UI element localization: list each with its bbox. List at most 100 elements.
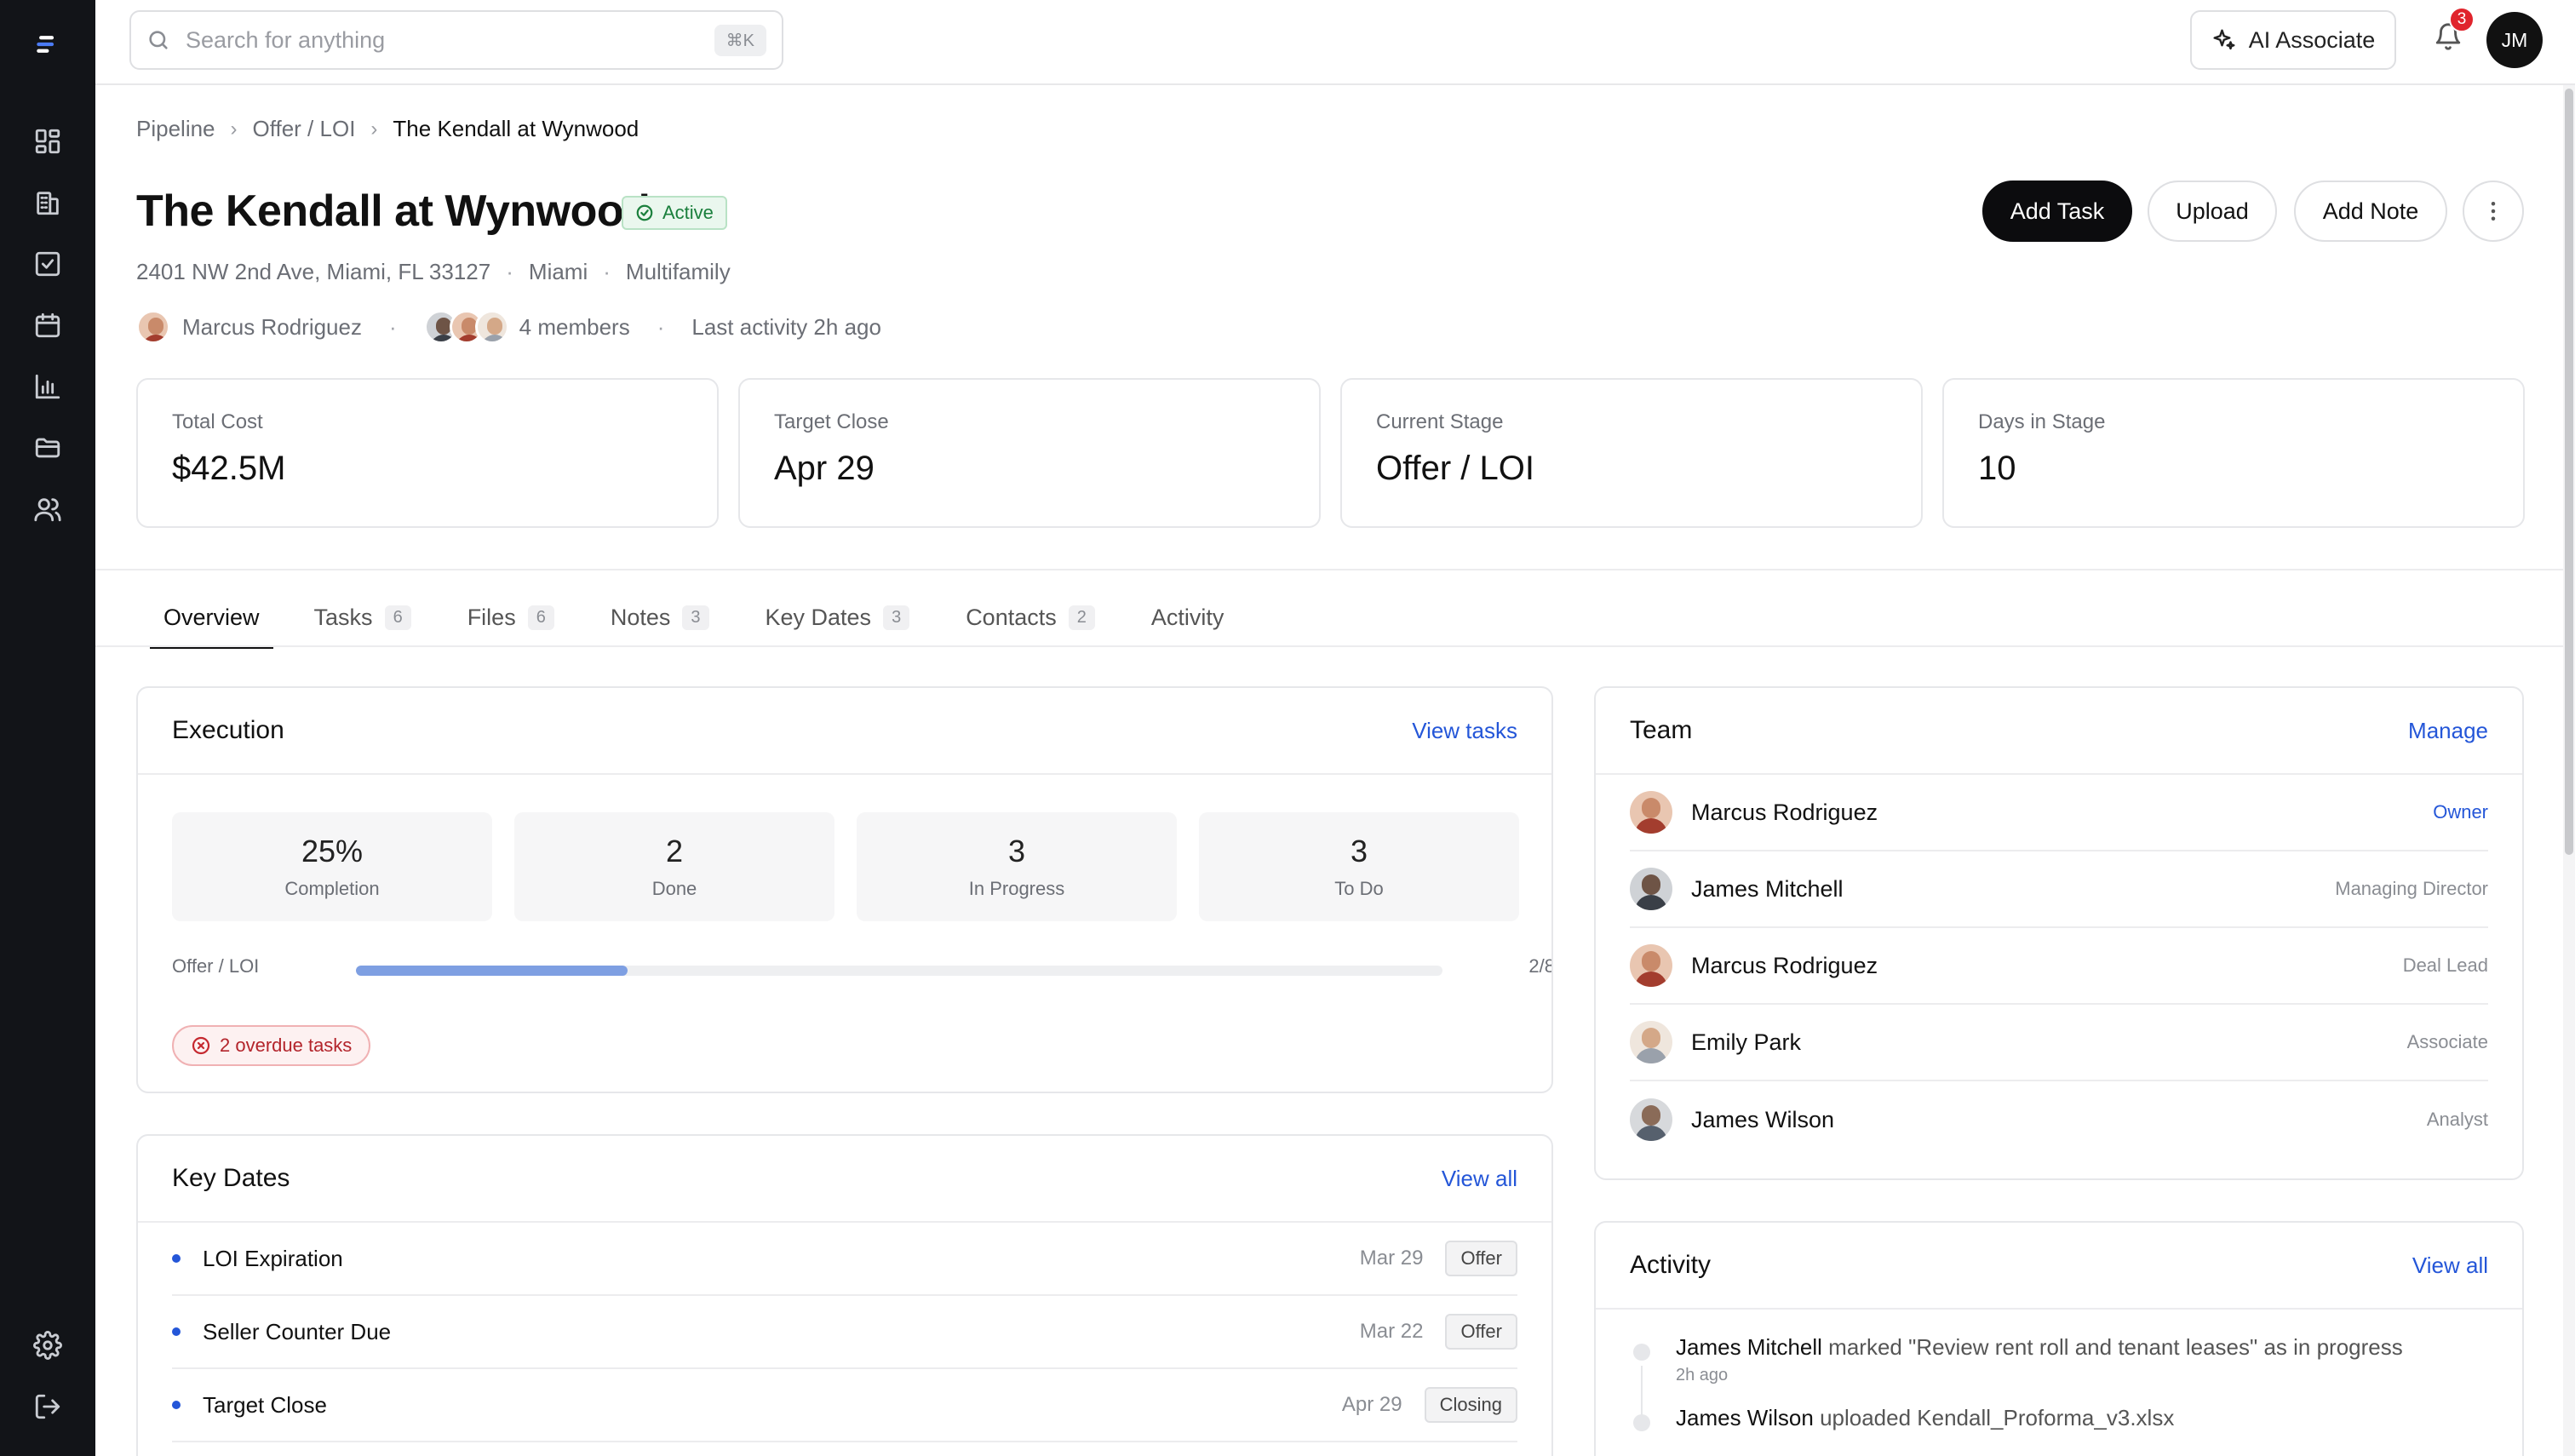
key-date-row[interactable]: LOI Expiration Mar 29 Offer <box>172 1223 1517 1296</box>
tab-label: Key Dates <box>765 604 872 630</box>
tab-count: 6 <box>384 605 411 630</box>
chevron-right-icon: › <box>370 117 378 140</box>
folder-icon[interactable] <box>31 431 65 465</box>
owner-avatar <box>136 310 170 344</box>
calendar-icon[interactable] <box>31 308 65 342</box>
team-member-role: Analyst <box>2426 1109 2488 1130</box>
activity-item: James Mitchell marked "Review rent roll … <box>1630 1332 2488 1420</box>
key-date-date: Apr 29 <box>1341 1393 1402 1416</box>
key-date-name: LOI Expiration <box>203 1245 343 1271</box>
sparkles-icon <box>2213 29 2235 50</box>
activity-actor[interactable]: James Mitchell <box>1676 1334 1822 1360</box>
topbar: Search for anything ⌘K AI Associate <box>95 0 2575 85</box>
key-date-row[interactable]: Seller Counter Due Mar 22 Offer <box>172 1296 1517 1369</box>
team-member-row[interactable]: James Wilson Analyst <box>1630 1081 2488 1158</box>
metric-value: 3 <box>1007 834 1026 868</box>
tab-contacts[interactable]: Contacts 2 <box>952 588 1109 647</box>
tab-notes[interactable]: Notes 3 <box>597 588 723 647</box>
dashboard-icon[interactable] <box>31 124 65 158</box>
metric-label: In Progress <box>968 878 1065 899</box>
reports-icon[interactable] <box>31 370 65 404</box>
avatar <box>1630 868 1672 910</box>
panel-header: Team Manage <box>1596 688 2522 775</box>
breadcrumb-offer-loi[interactable]: Offer / LOI <box>253 116 356 142</box>
avatar <box>1630 1098 1672 1141</box>
settings-icon[interactable] <box>31 1328 65 1362</box>
deal-owner[interactable]: Marcus Rodriguez <box>182 314 362 341</box>
metric-label: To Do <box>1334 878 1384 899</box>
logout-icon[interactable] <box>31 1390 65 1424</box>
deal-market: Miami <box>528 259 588 284</box>
team-member-row[interactable]: Emily Park Associate <box>1630 1005 2488 1081</box>
ai-associate-button[interactable]: AI Associate <box>2190 10 2396 70</box>
notification-count-badge: 3 <box>2449 7 2475 32</box>
execution-panel: Execution View tasks 25% Completion 2 Do… <box>136 686 1553 1093</box>
stage-progress: Offer / LOI 2/8 <box>172 955 1553 977</box>
stat-value: Apr 29 <box>774 450 875 487</box>
manage-team-link[interactable]: Manage <box>2408 718 2488 744</box>
tab-label: Notes <box>610 604 671 630</box>
panel-title: Execution <box>172 716 284 744</box>
activity-time: 2h ago <box>1676 1366 1729 1384</box>
overdue-tasks-badge[interactable]: 2 overdue tasks <box>172 1025 371 1066</box>
tab-key-dates[interactable]: Key Dates 3 <box>752 588 924 647</box>
team-member-name: Emily Park <box>1691 1029 1802 1055</box>
activity-item: James Wilson uploaded Kendall_Proforma_v… <box>1630 1402 2488 1433</box>
breadcrumb-pipeline[interactable]: Pipeline <box>136 116 215 142</box>
stat-days-in-stage: Days in Stage 10 <box>1942 378 2525 528</box>
view-all-activity-link[interactable]: View all <box>2412 1253 2488 1279</box>
member-count[interactable]: 4 members <box>519 314 630 341</box>
tab-count: 6 <box>527 605 554 630</box>
tasks-icon[interactable] <box>31 247 65 281</box>
key-date-tag: Offer <box>1445 1314 1517 1350</box>
deal-asset-type: Multifamily <box>625 259 731 284</box>
buildings-icon[interactable] <box>31 186 65 220</box>
ai-associate-label: AI Associate <box>2248 26 2376 53</box>
team-member-row[interactable]: Marcus Rodriguez Owner <box>1630 775 2488 851</box>
key-date-tag: Offer <box>1445 1241 1517 1276</box>
team-member-name: Marcus Rodriguez <box>1691 799 1878 825</box>
panel-header: Execution View tasks <box>138 688 1551 775</box>
activity-text: James Wilson uploaded Kendall_Proforma_v… <box>1676 1402 2488 1433</box>
add-note-button[interactable]: Add Note <box>2294 181 2447 242</box>
tab-label: Overview <box>163 604 260 630</box>
team-member-row[interactable]: Marcus Rodriguez Deal Lead <box>1630 928 2488 1005</box>
activity-description: uploaded Kendall_Proforma_v3.xlsx <box>1820 1405 2175 1430</box>
progress-label: Offer / LOI <box>172 955 260 977</box>
view-all-key-dates-link[interactable]: View all <box>1442 1166 1517 1192</box>
upload-button[interactable]: Upload <box>2148 181 2277 242</box>
avatar <box>1630 1021 1672 1063</box>
user-avatar[interactable]: JM <box>2486 12 2543 68</box>
chevron-right-icon: › <box>230 117 238 140</box>
tab-bar: Overview Tasks 6 Files 6 Notes 3 Key Dat… <box>136 588 1238 649</box>
search-input[interactable]: Search for anything ⌘K <box>129 10 783 70</box>
stat-label: Total Cost <box>172 410 263 433</box>
tab-files[interactable]: Files 6 <box>454 588 568 647</box>
contacts-icon[interactable] <box>31 492 65 526</box>
page-scrollbar-thumb[interactable] <box>2565 89 2573 855</box>
key-date-row[interactable]: Target Close Apr 29 Closing <box>172 1369 1517 1442</box>
team-member-row[interactable]: James Mitchell Managing Director <box>1630 851 2488 928</box>
progress-count: 2/8 <box>1528 955 1553 977</box>
tab-overview[interactable]: Overview <box>136 588 273 649</box>
deal-meta: Marcus Rodriguez · 4 members · Last acti… <box>136 310 881 344</box>
tab-activity[interactable]: Activity <box>1138 588 1238 647</box>
breadcrumb-current: The Kendall at Wynwood <box>393 116 639 141</box>
more-actions-button[interactable] <box>2463 181 2524 242</box>
separator-dot: · <box>388 313 397 340</box>
tab-tasks[interactable]: Tasks 6 <box>301 588 425 647</box>
search-icon <box>149 31 168 49</box>
deal-address: 2401 NW 2nd Ave, Miami, FL 33127 <box>136 259 491 284</box>
member-avatar-stack[interactable] <box>423 310 509 344</box>
activity-actor[interactable]: James Wilson <box>1676 1405 1814 1430</box>
deal-location: 2401 NW 2nd Ave, Miami, FL 33127 · Miami… <box>136 259 731 285</box>
view-tasks-link[interactable]: View tasks <box>1412 718 1517 744</box>
avatar <box>474 310 509 344</box>
app-logo-icon[interactable] <box>31 27 65 61</box>
status-badge: Active <box>622 196 727 230</box>
add-task-button[interactable]: Add Task <box>1982 181 2132 242</box>
metric-label: Completion <box>284 878 380 899</box>
panel-header: Key Dates View all <box>138 1136 1551 1223</box>
panel-header: Activity View all <box>1596 1223 2522 1310</box>
overdue-label: 2 overdue tasks <box>220 1035 353 1056</box>
